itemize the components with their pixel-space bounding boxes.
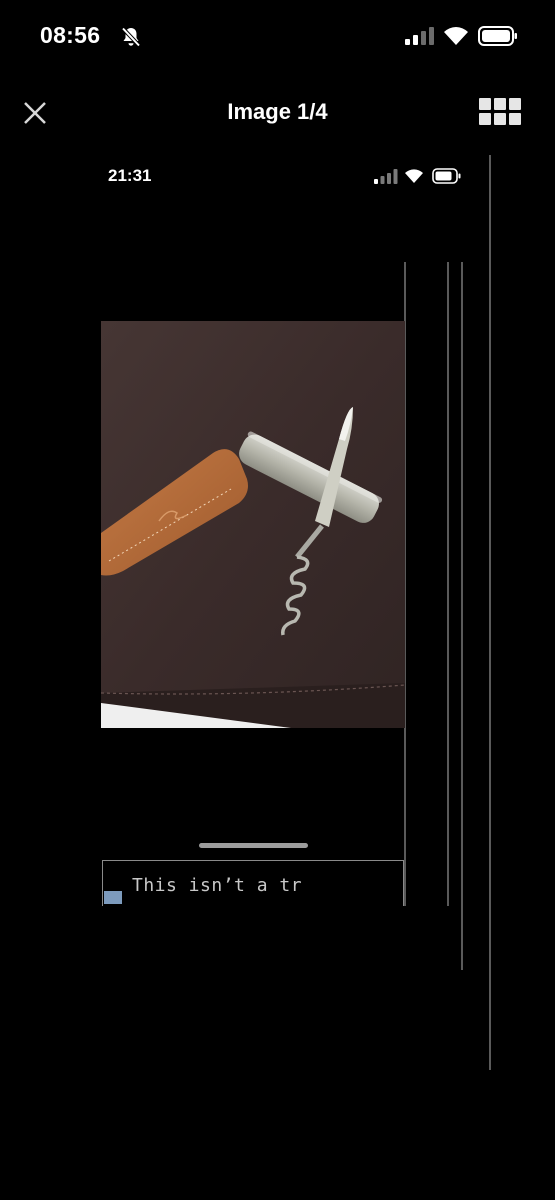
status-time: 08:56 xyxy=(40,22,101,48)
home-indicator xyxy=(199,843,308,848)
grid-icon[interactable] xyxy=(479,98,521,126)
edge-line xyxy=(461,262,463,970)
cellular-signal-icon xyxy=(405,27,434,45)
wifi-icon xyxy=(405,169,423,183)
text-field-value: This isn’t a tr xyxy=(132,875,303,896)
screenshot-status-time: 21:31 xyxy=(108,166,152,185)
viewer-title: Image 1/4 xyxy=(227,99,328,124)
text-cursor xyxy=(104,891,122,904)
edge-line xyxy=(447,262,449,906)
bell-slash-icon xyxy=(121,27,141,47)
battery-icon xyxy=(478,26,517,46)
edge-line xyxy=(489,155,491,1070)
wifi-icon xyxy=(444,27,468,45)
cellular-signal-icon xyxy=(374,169,398,184)
battery-icon xyxy=(432,168,461,184)
corkscrew-photo xyxy=(101,321,405,728)
